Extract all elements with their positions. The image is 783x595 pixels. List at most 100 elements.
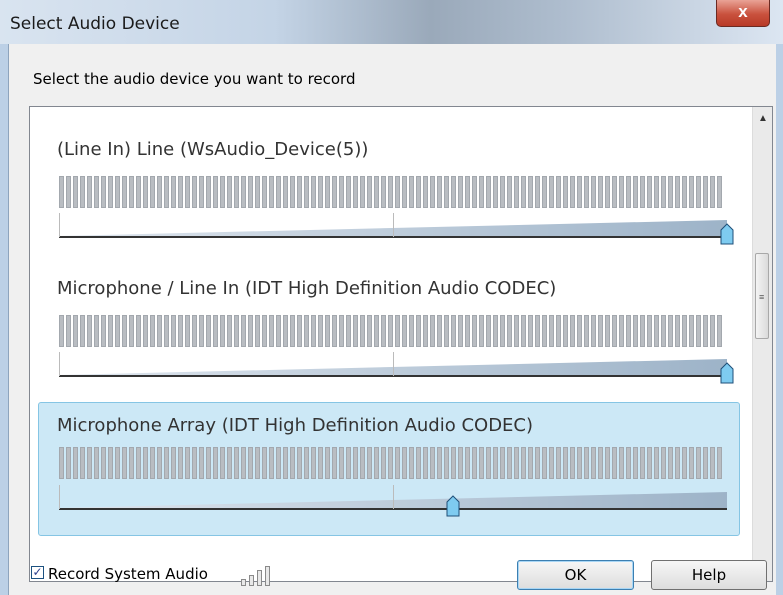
meter-segment xyxy=(332,176,337,208)
meter-segment xyxy=(381,315,386,347)
record-system-audio-checkbox[interactable]: ✓ xyxy=(31,566,44,579)
meter-segment xyxy=(577,315,582,347)
dialog-body: Select the audio device you want to reco… xyxy=(8,44,776,595)
device-label: Microphone Array (IDT High Definition Au… xyxy=(57,415,534,436)
meter-segment xyxy=(584,176,589,208)
meter-segment xyxy=(493,176,498,208)
meter-segment xyxy=(241,315,246,347)
meter-segment xyxy=(122,447,127,479)
device-item-line-in[interactable]: (Line In) Line (WsAudio_Device(5)) xyxy=(38,130,740,264)
meter-segment xyxy=(220,315,225,347)
meter-segment xyxy=(591,447,596,479)
instruction-text: Select the audio device you want to reco… xyxy=(33,70,356,88)
meter-segment xyxy=(605,315,610,347)
meter-segment xyxy=(654,447,659,479)
meter-segment xyxy=(696,447,701,479)
meter-segment xyxy=(444,315,449,347)
volume-slider[interactable] xyxy=(59,481,731,517)
meter-segment xyxy=(87,176,92,208)
meter-segment xyxy=(150,315,155,347)
meter-segment xyxy=(388,447,393,479)
meter-segment xyxy=(563,176,568,208)
meter-segment xyxy=(402,447,407,479)
slider-thumb[interactable] xyxy=(720,362,734,384)
meter-segment xyxy=(640,176,645,208)
level-bar xyxy=(249,575,254,586)
meter-segment xyxy=(227,176,232,208)
meter-segment xyxy=(556,447,561,479)
scroll-up-icon[interactable]: ▲ xyxy=(758,113,768,124)
meter-segment xyxy=(332,447,337,479)
meter-segment xyxy=(479,176,484,208)
volume-slider[interactable] xyxy=(59,348,734,384)
meter-segment xyxy=(101,447,106,479)
meter-segment xyxy=(143,447,148,479)
meter-segment xyxy=(486,315,491,347)
meter-segment xyxy=(689,315,694,347)
meter-segment xyxy=(73,176,78,208)
meter-segment xyxy=(444,447,449,479)
meter-segment xyxy=(570,176,575,208)
level-meter xyxy=(59,315,727,347)
meter-segment xyxy=(115,447,120,479)
meter-segment xyxy=(612,447,617,479)
meter-segment xyxy=(430,176,435,208)
meter-segment xyxy=(374,176,379,208)
meter-segment xyxy=(290,315,295,347)
meter-segment xyxy=(430,315,435,347)
meter-segment xyxy=(66,315,71,347)
meter-segment xyxy=(255,315,260,347)
title-bar[interactable]: Select Audio Device x xyxy=(0,0,783,44)
meter-segment xyxy=(458,315,463,347)
meter-segment xyxy=(598,315,603,347)
meter-segment xyxy=(66,447,71,479)
meter-segment xyxy=(122,176,127,208)
close-button[interactable]: x xyxy=(716,0,770,27)
meter-segment xyxy=(143,176,148,208)
meter-segment xyxy=(73,315,78,347)
meter-segment xyxy=(703,447,708,479)
meter-segment xyxy=(591,176,596,208)
scrollbar-thumb[interactable]: ≡ xyxy=(755,253,769,339)
volume-slider[interactable] xyxy=(59,209,734,245)
meter-segment xyxy=(297,315,302,347)
meter-segment xyxy=(689,176,694,208)
meter-segment xyxy=(80,176,85,208)
meter-segment xyxy=(255,176,260,208)
meter-segment xyxy=(108,315,113,347)
meter-segment xyxy=(717,176,722,208)
meter-segment xyxy=(164,176,169,208)
device-list: (Line In) Line (WsAudio_Device(5)) Micro… xyxy=(29,106,773,582)
device-item-microphone-line-in[interactable]: Microphone / Line In (IDT High Definitio… xyxy=(38,269,740,403)
meter-segment xyxy=(367,447,372,479)
ok-button[interactable]: OK xyxy=(517,560,634,590)
slider-thumb[interactable] xyxy=(446,495,460,517)
record-system-audio-label[interactable]: Record System Audio xyxy=(48,565,208,583)
meter-segment xyxy=(108,447,113,479)
meter-segment xyxy=(360,176,365,208)
meter-segment xyxy=(717,315,722,347)
meter-segment xyxy=(451,315,456,347)
meter-segment xyxy=(178,176,183,208)
meter-segment xyxy=(402,315,407,347)
meter-segment xyxy=(171,447,176,479)
meter-segment xyxy=(157,447,162,479)
meter-segment xyxy=(87,315,92,347)
meter-segment xyxy=(220,447,225,479)
meter-segment xyxy=(437,315,442,347)
slider-thumb[interactable] xyxy=(720,223,734,245)
slider-tick xyxy=(393,485,394,509)
meter-segment xyxy=(388,315,393,347)
meter-segment xyxy=(577,176,582,208)
meter-segment xyxy=(500,447,505,479)
help-button[interactable]: Help xyxy=(651,560,767,590)
meter-segment xyxy=(556,176,561,208)
meter-segment xyxy=(269,315,274,347)
meter-segment xyxy=(234,315,239,347)
meter-segment xyxy=(381,176,386,208)
device-item-microphone-array[interactable]: Microphone Array (IDT High Definition Au… xyxy=(38,402,740,536)
meter-segment xyxy=(276,315,281,347)
meter-segment xyxy=(311,447,316,479)
vertical-scrollbar[interactable]: ▲ ≡ ▼ xyxy=(752,107,772,581)
meter-segment xyxy=(311,315,316,347)
